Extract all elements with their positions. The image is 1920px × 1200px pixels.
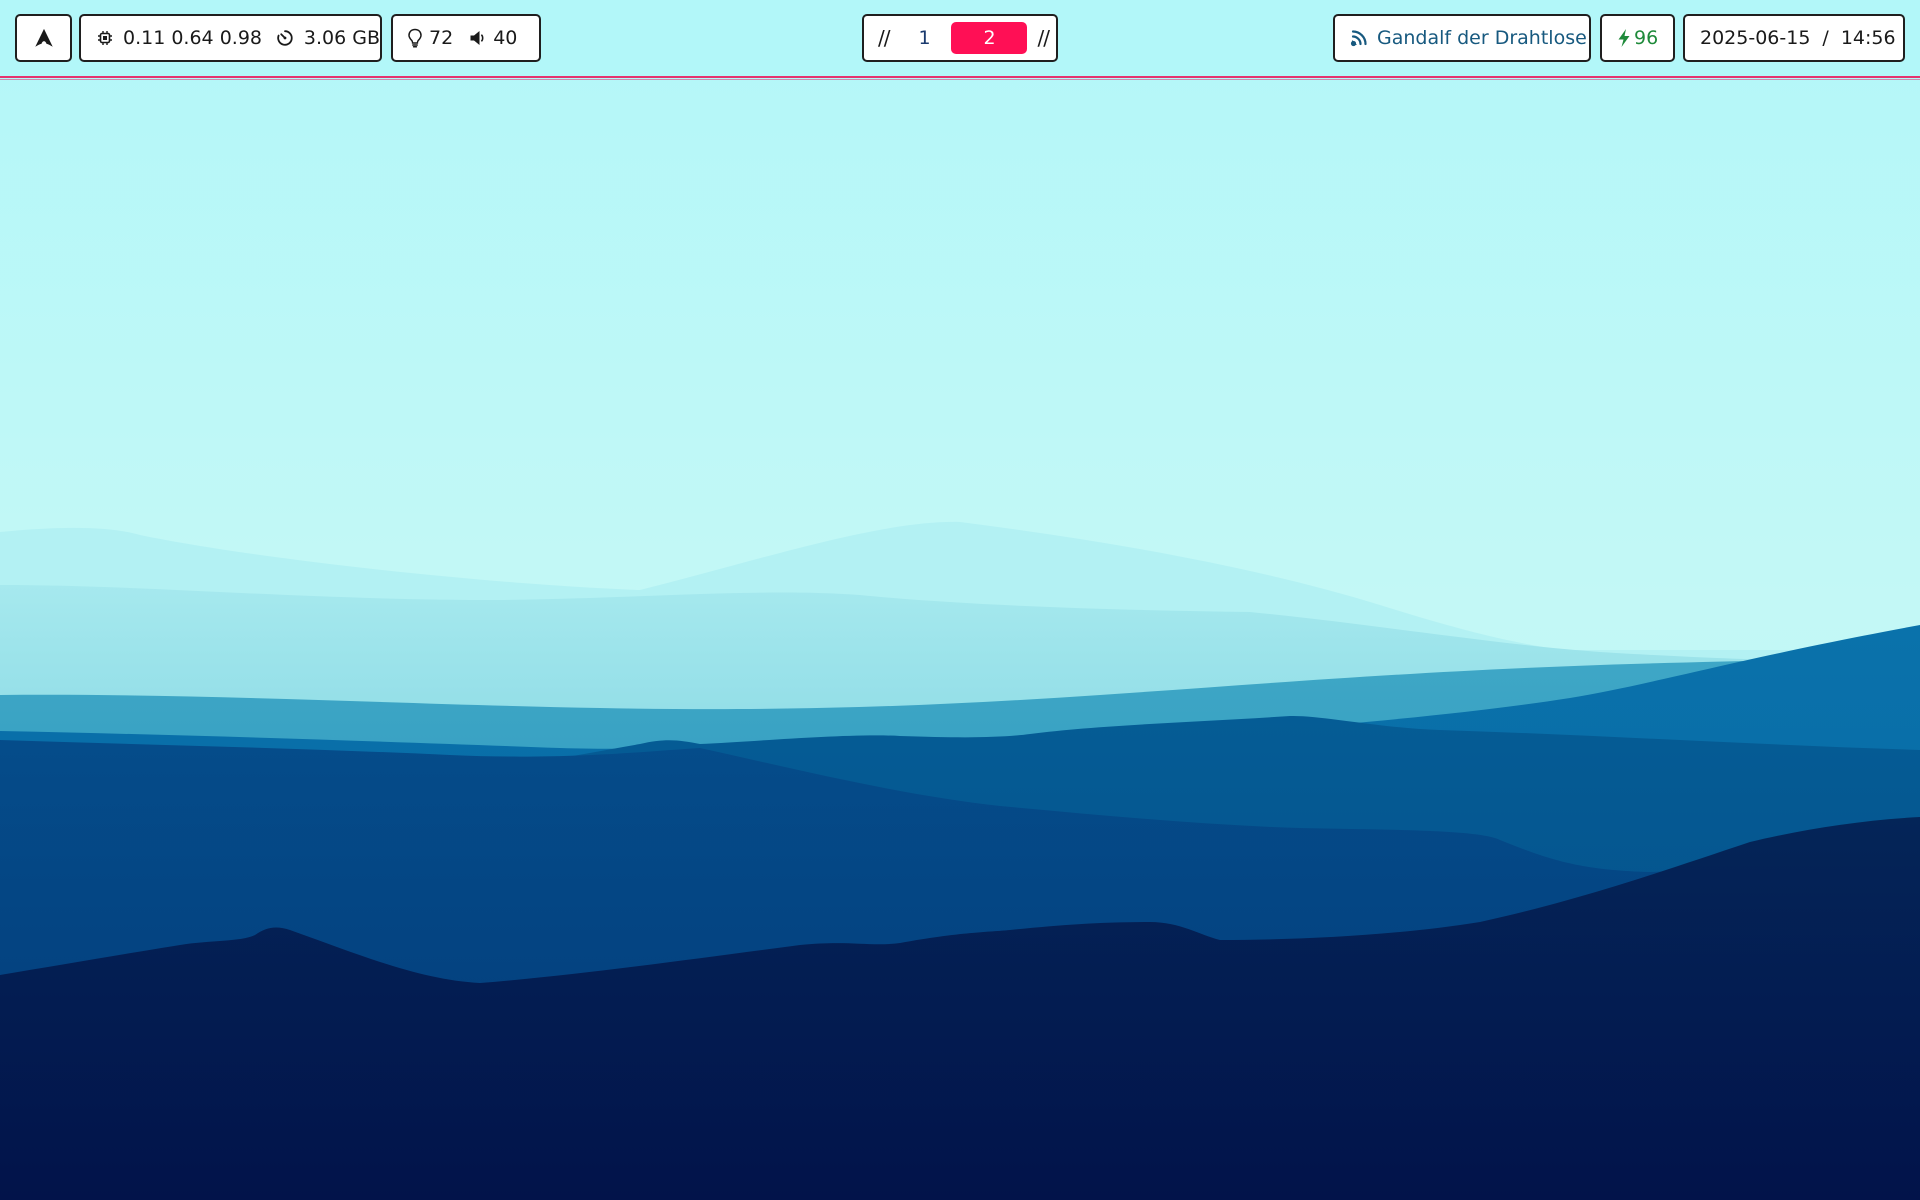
memory-gauge-icon — [276, 29, 294, 47]
clock-separator: / — [1822, 27, 1829, 49]
workspace-switcher: // 1 2 // — [862, 14, 1058, 62]
workspace-separator-right: // — [1037, 26, 1050, 50]
network-ssid: Gandalf der Drahtlose — [1377, 27, 1587, 49]
launcher-button[interactable] — [15, 14, 72, 62]
memory-usage-text: 3.06 GB — [303, 27, 380, 49]
clock-date: 2025-06-15 — [1700, 27, 1811, 49]
lightbulb-icon — [407, 28, 423, 48]
workspace-button-2-active[interactable]: 2 — [951, 22, 1028, 54]
desktop: 0.11 0.64 0.98 3.06 GB 72 40 // 1 2 // G… — [0, 0, 1920, 1200]
status-bar-border — [0, 76, 1920, 78]
cpu-chip-icon — [97, 30, 113, 46]
battery-module[interactable]: 96 — [1600, 14, 1675, 62]
arch-logo-icon — [33, 27, 55, 49]
speaker-icon — [469, 29, 487, 47]
cpu-load-text: 0.11 0.64 0.98 — [123, 27, 262, 49]
volume-value: 40 — [493, 27, 518, 49]
workspace-separator-left: // — [878, 26, 891, 50]
system-stats-module[interactable]: 0.11 0.64 0.98 3.06 GB — [79, 14, 382, 62]
lightning-bolt-icon — [1616, 28, 1632, 48]
clock-time: 14:56 — [1840, 27, 1896, 49]
mountain-wallpaper — [0, 0, 1920, 1200]
brightness-value: 72 — [429, 27, 454, 49]
clock-module[interactable]: 2025-06-15 / 14:56 — [1683, 14, 1905, 62]
network-module[interactable]: Gandalf der Drahtlose — [1333, 14, 1591, 62]
workspace-button-1[interactable]: 1 — [903, 22, 945, 54]
wifi-satellite-icon — [1349, 28, 1369, 48]
brightness-volume-module[interactable]: 72 40 — [391, 14, 541, 62]
status-bar-border-shadow — [0, 79, 1920, 80]
battery-level: 96 — [1634, 27, 1659, 49]
